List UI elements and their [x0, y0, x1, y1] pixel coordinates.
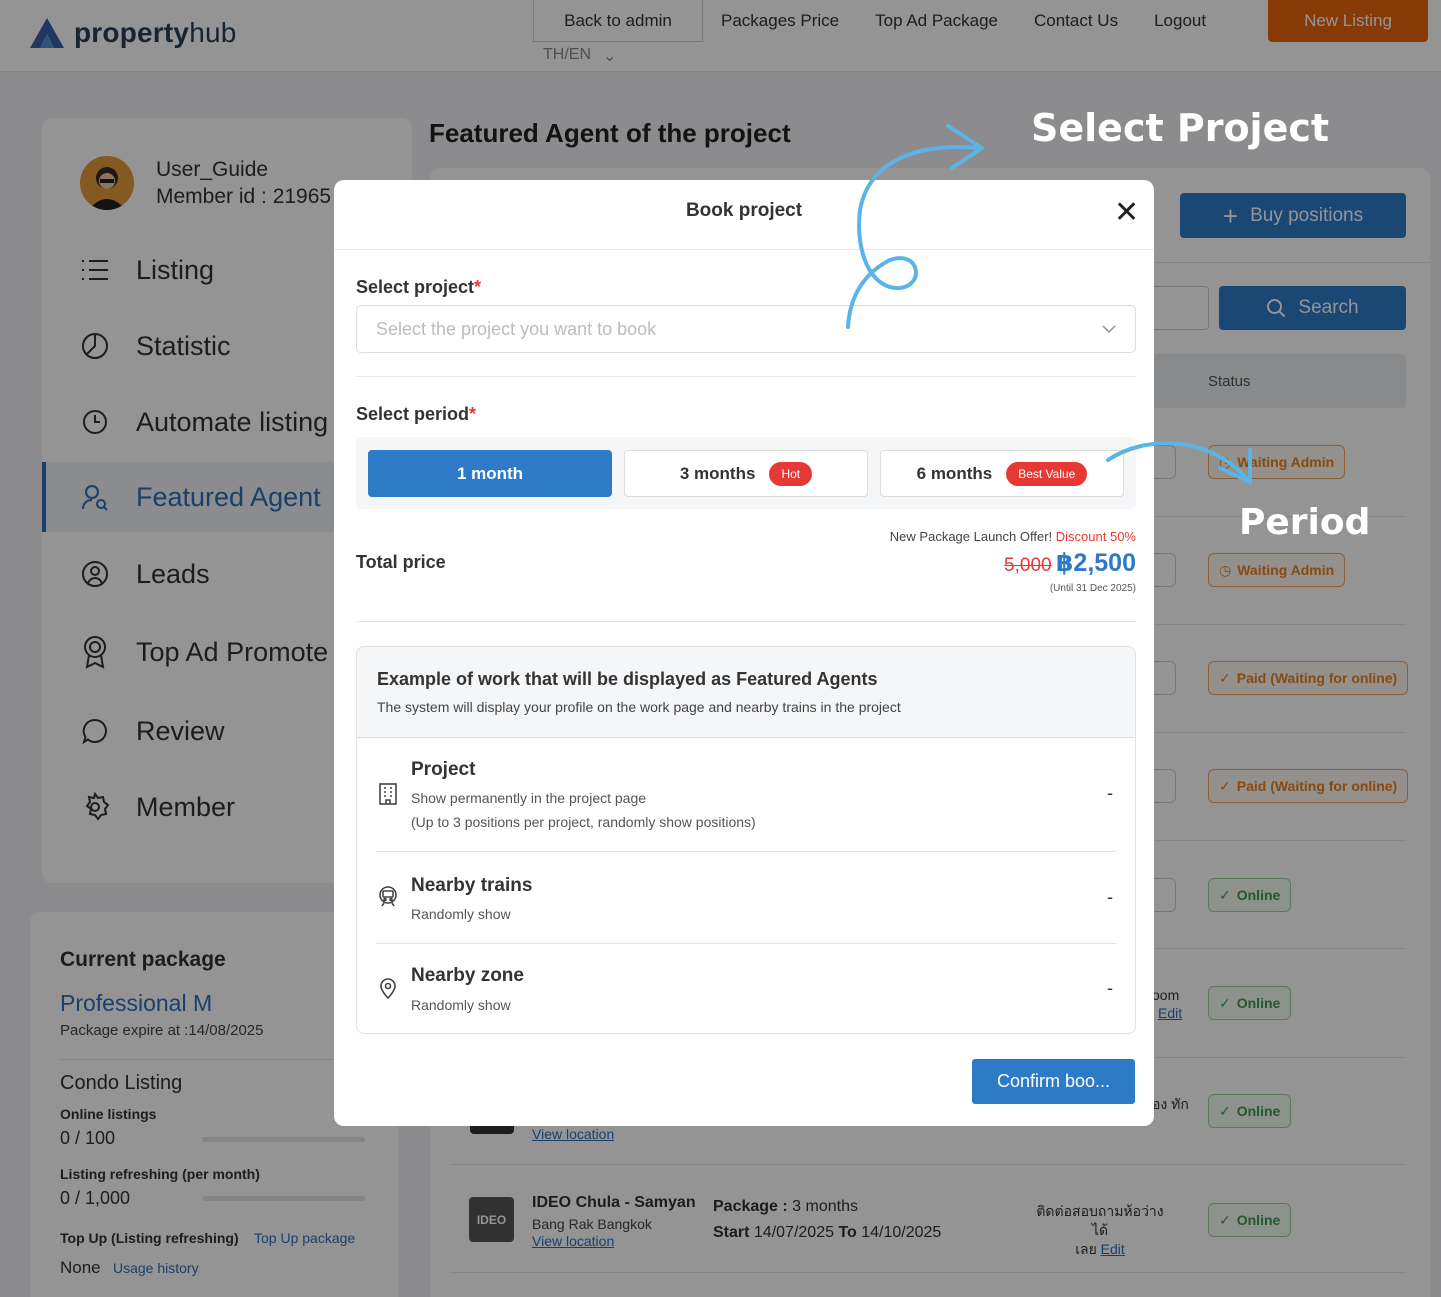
project-select[interactable]: Select the project you want to book [356, 305, 1136, 353]
old-price: 5,000 [1004, 555, 1052, 576]
divider [376, 851, 1116, 852]
period-1-month[interactable]: 1 month [368, 450, 612, 497]
total-price-label: Total price [356, 552, 446, 572]
offer-until: (Until 31 Dec 2025) [1049, 583, 1136, 594]
chevron-down-icon [1102, 324, 1116, 333]
example-row-desc: (Up to 3 positions per project, randomly… [411, 814, 756, 830]
period-annotation: Period [1239, 502, 1371, 543]
example-row-title: Project [411, 759, 476, 780]
train-icon [379, 886, 397, 907]
example-row-value: - [1107, 783, 1113, 803]
close-icon[interactable]: ✕ [1114, 198, 1139, 228]
example-header [357, 647, 1135, 738]
confirm-booking-button[interactable]: Confirm boo... [972, 1059, 1135, 1104]
example-row-title: Nearby trains [411, 875, 533, 896]
hot-badge: Hot [769, 461, 813, 486]
period-6-months[interactable]: 6 months Best Value [880, 450, 1124, 497]
select-period-label: Select period* [356, 404, 477, 424]
period-arrow-icon [1106, 441, 1252, 484]
example-row-desc: Show permanently in the project page [411, 790, 647, 806]
select-project-arrow-icon [846, 124, 984, 329]
offer-line: New Package Launch Offer! Discount 50% [889, 529, 1136, 544]
example-panel: Example of work that will be displayed a… [356, 646, 1136, 1034]
select-project-label: Select project* [356, 277, 482, 297]
project-select-placeholder: Select the project you want to book [376, 318, 657, 339]
new-price: ฿2,500 [1056, 549, 1136, 577]
best-value-badge: Best Value [1006, 461, 1088, 486]
location-pin-icon [380, 978, 396, 999]
period-selector: 1 month 3 months Hot 6 months Best Value [356, 437, 1136, 509]
example-title: Example of work that will be displayed a… [377, 669, 878, 689]
period-3-months[interactable]: 3 months Hot [624, 450, 868, 497]
divider [356, 376, 1136, 377]
book-project-modal: Book project ✕ Select project* Select th… [334, 180, 1154, 1126]
divider [376, 943, 1116, 944]
select-project-annotation: Select Project [1031, 106, 1330, 150]
building-icon [379, 783, 397, 805]
example-row-value: - [1107, 887, 1113, 907]
example-row-title: Nearby zone [411, 965, 524, 986]
modal-title: Book project [685, 200, 803, 221]
discount-text: Discount 50% [1055, 529, 1136, 544]
example-row-desc: Randomly show [411, 997, 511, 1013]
price-line: 5,000 ฿2,500 [814, 548, 1136, 578]
example-row-desc: Randomly show [411, 906, 511, 922]
divider [356, 621, 1136, 622]
example-subtitle: The system will display your profile on … [377, 699, 901, 715]
example-row-value: - [1107, 978, 1113, 998]
